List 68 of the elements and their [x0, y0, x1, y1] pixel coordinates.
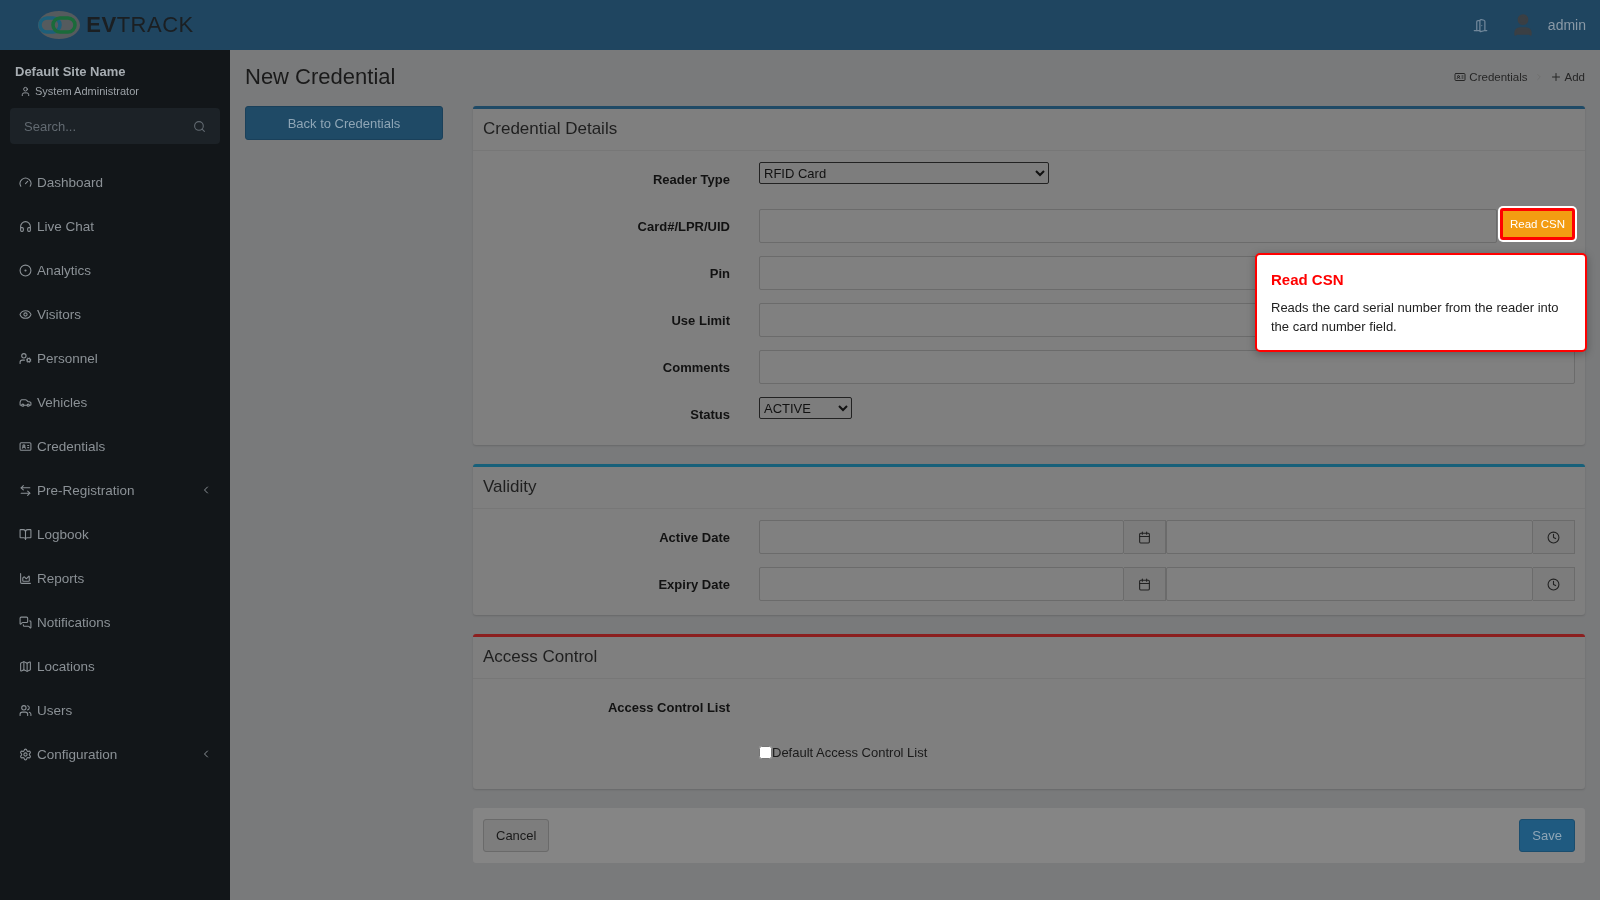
search-field[interactable]: Search... [10, 108, 220, 144]
nav-item[interactable]: Logbook [0, 512, 230, 556]
input-field[interactable] [759, 350, 1575, 384]
field-label: Card#/LPR/UID [636, 218, 730, 236]
door-icon[interactable] [1472, 17, 1488, 33]
field-label: Comments [661, 359, 730, 377]
cancel-button[interactable]: Cancel [483, 819, 550, 852]
eye-icon [19, 307, 32, 321]
breadcrumb-link[interactable]: Credentials [1454, 71, 1528, 83]
nav-item[interactable]: Credentials [0, 424, 230, 468]
breadcrumb-link[interactable]: Add [1549, 71, 1585, 83]
map-icon [19, 659, 32, 673]
user-name[interactable]: admin [1547, 17, 1586, 33]
id-card-icon [1454, 71, 1467, 83]
field-label: Status [689, 406, 730, 424]
users-icon [19, 703, 32, 717]
user-cog-icon [19, 351, 32, 365]
nav-item[interactable]: Notifications [0, 600, 230, 644]
field-label: Reader Type [651, 171, 730, 189]
calendar-icon[interactable] [1123, 567, 1166, 601]
chart-icon [19, 571, 32, 585]
checkbox-label: Default Access Control List [772, 745, 928, 760]
field-label: Access Control List [606, 699, 730, 717]
clock-icon[interactable] [1533, 520, 1575, 554]
input-field[interactable] [759, 209, 1497, 243]
card-title: Validity [473, 467, 1585, 509]
save-button[interactable]: Save [1519, 819, 1575, 852]
field-label: Active Date [658, 529, 730, 547]
messages-icon [19, 615, 32, 629]
id-card-icon [19, 439, 32, 453]
nav-item[interactable]: Users [0, 688, 230, 732]
calendar-icon[interactable] [1123, 520, 1166, 554]
plus-icon [1549, 71, 1562, 83]
arrows-icon [19, 483, 32, 497]
checkbox[interactable] [759, 746, 772, 759]
select-field[interactable]: RFID Card [759, 162, 1049, 184]
nav-item[interactable]: Visitors [0, 292, 230, 336]
nav-item[interactable]: Personnel [0, 336, 230, 380]
brand-name: EVTRACK [86, 12, 194, 38]
nav-item[interactable]: Dashboard [0, 160, 230, 204]
site-name: Default Site Name [14, 63, 127, 79]
page-title: New Credential [245, 64, 396, 90]
nav-item[interactable]: Vehicles [0, 380, 230, 424]
nav-item[interactable]: Reports [0, 556, 230, 600]
select-field[interactable]: ACTIVE [759, 397, 852, 419]
gauge-icon [19, 175, 32, 189]
card-title: Access Control [473, 637, 1585, 679]
nav-item[interactable]: Locations [0, 644, 230, 688]
back-button[interactable]: Back to Credentials [245, 106, 443, 140]
nav-item[interactable]: Pre-Registration [0, 468, 230, 512]
field-label: Use Limit [670, 312, 730, 330]
target-icon [19, 263, 32, 277]
nav-item[interactable]: Configuration [0, 732, 230, 776]
logo-icon [36, 9, 83, 41]
card-title: Credential Details [473, 109, 1585, 151]
field-label: Pin [708, 265, 730, 283]
user-icon [20, 85, 31, 97]
tooltip-title: Read CSN [1271, 271, 1345, 288]
nav-item[interactable]: Analytics [0, 248, 230, 292]
search-icon[interactable] [193, 120, 206, 133]
clock-icon[interactable] [1533, 567, 1575, 601]
settings-icon [19, 747, 32, 761]
field-label: Expiry Date [657, 576, 730, 594]
headphones-icon [19, 219, 32, 233]
tooltip-text: Reads the card serial number from the reader into the card number field. [1271, 299, 1560, 336]
nav-item[interactable]: Live Chat [0, 204, 230, 248]
book-icon [19, 527, 32, 541]
user-role: System Administrator [35, 85, 139, 97]
